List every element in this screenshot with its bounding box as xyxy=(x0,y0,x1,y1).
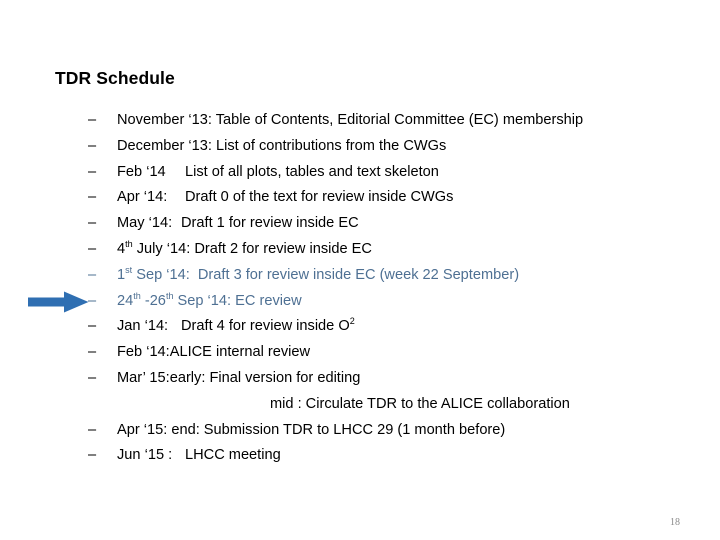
ordinal-suffix: th xyxy=(165,290,174,301)
list-item: – 1st Sep ‘14: Draft 3 for review inside… xyxy=(88,263,688,289)
list-item: – Mar’ 15: early: Final version for edit… xyxy=(88,366,688,392)
list-item: – Apr ‘14: Draft 0 of the text for revie… xyxy=(88,185,688,211)
list-item-date: Mar’ 15: xyxy=(117,369,170,386)
blue-right-arrow-icon xyxy=(28,291,89,313)
list-item-text: 24th -26th Sep ‘14: EC review xyxy=(117,290,302,309)
list-item: – December ‘13: List of contributions fr… xyxy=(88,134,688,160)
bullet-dash-icon: – xyxy=(88,240,97,257)
ordinal-suffix: th xyxy=(125,239,133,250)
superscript-two: 2 xyxy=(349,316,355,327)
list-item-date: Feb ‘14: xyxy=(117,344,170,361)
list-item-detail: Draft 0 of the text for review inside CW… xyxy=(185,189,454,206)
bullet-dash-icon: – xyxy=(88,344,97,361)
list-item-detail: ALICE internal review xyxy=(169,344,311,361)
bullet-dash-icon: – xyxy=(88,137,97,154)
list-item-text: Apr ‘15: end: Submission TDR to LHCC 29 … xyxy=(117,421,506,438)
list-item-date: Jun ‘15 : xyxy=(117,447,173,464)
ordinal-suffix: th xyxy=(133,290,141,301)
list-item-detail: Draft 3 for review inside EC (week 22 Se… xyxy=(197,266,520,283)
list-item-text: November ‘13: Table of Contents, Editori… xyxy=(117,112,584,128)
list-item: – Feb ‘14 List of all plots, tables and … xyxy=(88,160,688,186)
bullet-dash-icon: – xyxy=(88,421,97,438)
bullet-dash-icon: – xyxy=(88,369,97,386)
list-item-date: Apr ‘14: xyxy=(117,189,168,206)
list-item-detail: Draft 2 for review inside EC xyxy=(194,240,372,257)
list-item: – Jan ‘14: Draft 4 for review inside O2 xyxy=(88,314,688,340)
page-title: TDR Schedule xyxy=(55,68,175,88)
list-item-detail: LHCC meeting xyxy=(185,447,281,464)
list-item-date: May ‘14: xyxy=(117,215,173,232)
page-number: 18 xyxy=(670,517,680,528)
bullet-dash-icon: – xyxy=(88,447,97,464)
list-item-detail: Draft 4 for review inside O2 xyxy=(181,316,355,335)
list-item: – 4th July ‘14: Draft 2 for review insid… xyxy=(88,237,688,263)
list-item: – May ‘14: Draft 1 for review inside EC xyxy=(88,211,688,237)
list-item-detail: List of all plots, tables and text skele… xyxy=(185,163,439,180)
list-item: – Apr ‘15: end: Submission TDR to LHCC 2… xyxy=(88,418,688,444)
list-item-detail: Draft 1 for review inside EC xyxy=(181,215,359,232)
slide-canvas: TDR Schedule – November ‘13: Table of Co… xyxy=(0,0,720,540)
ordinal-suffix: st xyxy=(125,264,133,275)
list-item-date: Feb ‘14 xyxy=(117,163,166,180)
bullet-dash-icon: – xyxy=(88,318,97,335)
list-item: – 24th -26th Sep ‘14: EC review xyxy=(88,289,688,315)
bullet-dash-icon: – xyxy=(88,292,97,309)
bullet-dash-icon: – xyxy=(88,163,97,180)
list-item-date: 1st Sep ‘14: xyxy=(117,264,198,283)
list-item-detail: early: Final version for editing xyxy=(169,369,361,386)
list-item: – Jun ‘15 : LHCC meeting xyxy=(88,443,688,469)
bullet-dash-icon: – xyxy=(88,266,97,283)
list-item: – November ‘13: Table of Contents, Edito… xyxy=(88,108,688,134)
bullet-dash-icon: – xyxy=(88,215,97,232)
schedule-list: – November ‘13: Table of Contents, Edito… xyxy=(88,108,688,469)
list-item: – Feb ‘14: ALICE internal review xyxy=(88,340,688,366)
continuation-line: mid : Circulate TDR to the ALICE collabo… xyxy=(270,395,570,412)
list-item-text: December ‘13: List of contributions from… xyxy=(117,137,447,154)
bullet-dash-icon: – xyxy=(88,189,97,206)
list-item-date: Jan ‘14: xyxy=(117,318,169,335)
list-item-date: 4th July ‘14: xyxy=(117,239,195,257)
bullet-dash-icon: – xyxy=(88,112,97,128)
